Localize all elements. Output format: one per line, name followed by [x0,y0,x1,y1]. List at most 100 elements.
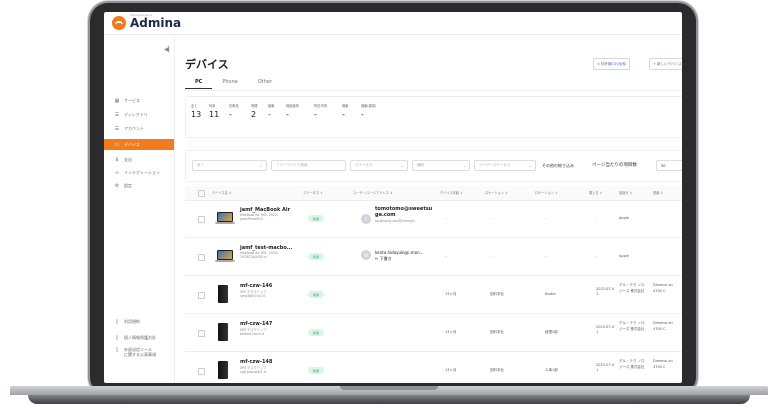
table-row[interactable]: mf-czw-146 XPS デスクトップ umg3Ath7cs1 ⧉ 利用 1… [185,276,682,314]
per-page-label: ページ当たりの項目数 [592,163,637,168]
row-checkbox[interactable] [198,292,205,299]
location: 田町本社 [490,292,504,296]
col-user[interactable]: ユーザー/ユールアドレス ↕ [353,190,393,195]
device-age: - [445,254,447,258]
laptop-base [10,384,768,406]
col-model[interactable]: 型番 ↕ [653,190,663,195]
col-location[interactable]: ロケーション ↕ [485,190,508,195]
model: Dimensi on 4700 C [653,321,673,331]
collapse-sidebar-icon[interactable]: ◀▏ [164,46,173,53]
chevron-down-icon: ⌄ [462,163,466,168]
col-device-name[interactable]: デバイス名 ↕ [212,190,232,195]
maker: デル・テク ノロジーズ 株式会社 [619,321,645,331]
stat-spare[interactable]: 構品使用 - [286,103,299,119]
tab-phone[interactable]: Phone [212,79,248,89]
brand-sub: MoneyForward [130,13,153,17]
sidebar-item-label: 個人情報保護方針 [124,334,156,340]
row-checkbox[interactable] [198,368,205,375]
avatar: W [361,250,371,260]
purchase-date: - [596,216,598,220]
gear-icon: ⚙ [114,182,120,189]
device-cell: mf-czw-147 XPS デスクトップ belamt.Horni ⧉ [240,321,273,336]
stat-in-stock[interactable]: 在庫品 - [229,103,239,119]
device-cell: mf-czw-146 XPS デスクトップ umg3Ath7cs1 ⧉ [240,283,273,298]
device-cell: mf-czw-148 XPS デスクトップ cpb.posmoW1 ⧉ [240,359,273,374]
model: Dimensi on 4700 C [653,359,673,369]
purchase-date: 2023-07-0 1 [596,363,615,372]
table-row[interactable]: jamf_MacBook Air MacBook Air (M2, 2022) … [185,200,682,238]
device-age: 13ヶ月 [445,330,457,334]
sidebar-item-terms[interactable]: ▯ 利用規約 [104,316,174,327]
keyword-search-input[interactable]: フリーワードで検索 [271,160,346,171]
sidebar-item-spend[interactable]: $ 支出 [104,154,174,165]
col-maker[interactable]: 製造元 ↕ [619,190,632,195]
stat-in-use[interactable]: 利用 11 [209,103,219,119]
stat-unknown[interactable]: 所在不明 - [314,103,327,119]
sidebar-item-device[interactable]: ▭ デバイス [104,139,174,150]
stat-discarded[interactable]: 廃棄 - [342,103,348,119]
scope-select[interactable]: 全て ⌄ [192,160,267,171]
app-screen: Admina MoneyForward ◀▏ ▦ サービス ☰ ディレクトリ ☰ アカ… [104,12,682,383]
desktop-tower-icon [218,285,228,303]
sidebar-item-label: サービス [124,97,140,103]
row-checkbox[interactable] [198,330,205,337]
status-badge: 利用 [308,367,324,374]
sidebar-item-label: 支出 [124,156,132,162]
status-badge: 利用 [308,329,324,336]
page-title: デバイス [185,58,229,71]
sidebar-item-label: 設定 [124,182,132,188]
more-filters-link[interactable]: その他の絞り込み [542,163,574,169]
sidebar-item-label: インテグレーション [124,169,160,175]
main-content: デバイス ⊙ 特外機CSV反映 + 新しいデバイス PC Phone Other… [174,34,682,383]
model: Dimensi on 4700 C [653,283,673,293]
col-location-2[interactable]: ロケーション ↕ [535,190,558,195]
kind-select[interactable]: 種別 ⌄ [412,160,470,171]
csv-import-button[interactable]: ⊙ 特外機CSV反映 [593,58,630,70]
sidebar-item-directory[interactable]: ☰ ディレクトリ [104,109,174,120]
sidebar-item-privacy[interactable]: ▯ 個人情報保護方針 [104,332,174,343]
app-logo[interactable]: Admina MoneyForward [112,13,181,30]
location: 田町本社 [490,368,504,372]
avatar: T [361,214,371,224]
sidebar-item-services[interactable]: ▦ サービス [104,95,174,106]
tabs-divider [185,90,682,91]
stat-all[interactable]: 全て 13 [191,103,201,119]
user-email[interactable]: tomotomo@sweetsu ge.com saujihoing.sasi@… [375,206,437,224]
status-badge: 利用 [308,291,324,298]
col-status[interactable]: ステータス ↕ [303,190,323,195]
tab-other[interactable]: Other [248,79,282,89]
row-checkbox[interactable] [198,254,205,261]
sidebar-item-label: 利用規約 [124,318,140,324]
table-row[interactable]: mf-czw-148 XPS デスクトップ cpb.posmoW1 ⧉ 利用 1… [185,352,682,383]
sidebar-item-settings[interactable]: ⚙ 設定 [104,180,174,191]
device-age: 13ヶ月 [445,368,457,372]
sidebar-item-external-tools[interactable]: ▯ 外部送信ツール に関する公表事項 [104,347,174,363]
people-icon: ☰ [114,111,120,118]
tab-pc[interactable]: PC [185,79,213,89]
stat-discarded-config[interactable]: 廃棄(構成) - [361,103,376,119]
sidebar-item-account[interactable]: ☰ アカウント [104,123,174,134]
col-device-age[interactable]: デバイス年齢 ↕ [440,190,463,195]
new-device-button[interactable]: + 新しいデバイス [649,58,682,70]
purchase-date: - [596,254,598,258]
dollar-icon: $ [115,156,119,163]
table-row[interactable]: mf-czw-147 XPS デスクトップ belamt.Horni ⧉ 利用 … [185,314,682,352]
location-2: 経理2部 [545,330,558,334]
person-icon: ☰ [114,125,120,132]
table-row[interactable]: jamf_test-macbo... MacBook Air (M1, 2020… [185,238,682,276]
col-purchase-date[interactable]: 購入日 ↕ [589,190,602,195]
draft-link[interactable]: ✏ 下書き [375,256,424,262]
document-icon: ▯ [115,347,119,353]
select-all-checkbox[interactable] [198,190,205,197]
row-checkbox[interactable] [198,216,205,223]
stat-disposal[interactable]: 破棄 - [268,103,274,119]
stat-repair[interactable]: 修理 2 [251,103,257,119]
user-status-select[interactable]: ユーザーステータス ⌄ [474,160,536,171]
per-page-select[interactable]: 50⌄ [656,160,682,171]
status-select[interactable]: ステータス ⌄ [350,160,408,171]
sidebar-item-label: に関する公表事項 [124,352,156,357]
desktop-tower-icon [218,323,228,341]
sidebar: ◀▏ ▦ サービス ☰ ディレクトリ ☰ アカウント ▭ デバイス $ 支出 ∞ インテグレ… [104,34,174,383]
user-email[interactable]: kenta.hidayuki@i.mon... ✏ 下書き [375,250,424,262]
sidebar-item-integration[interactable]: ∞ インテグレーション [104,167,174,178]
